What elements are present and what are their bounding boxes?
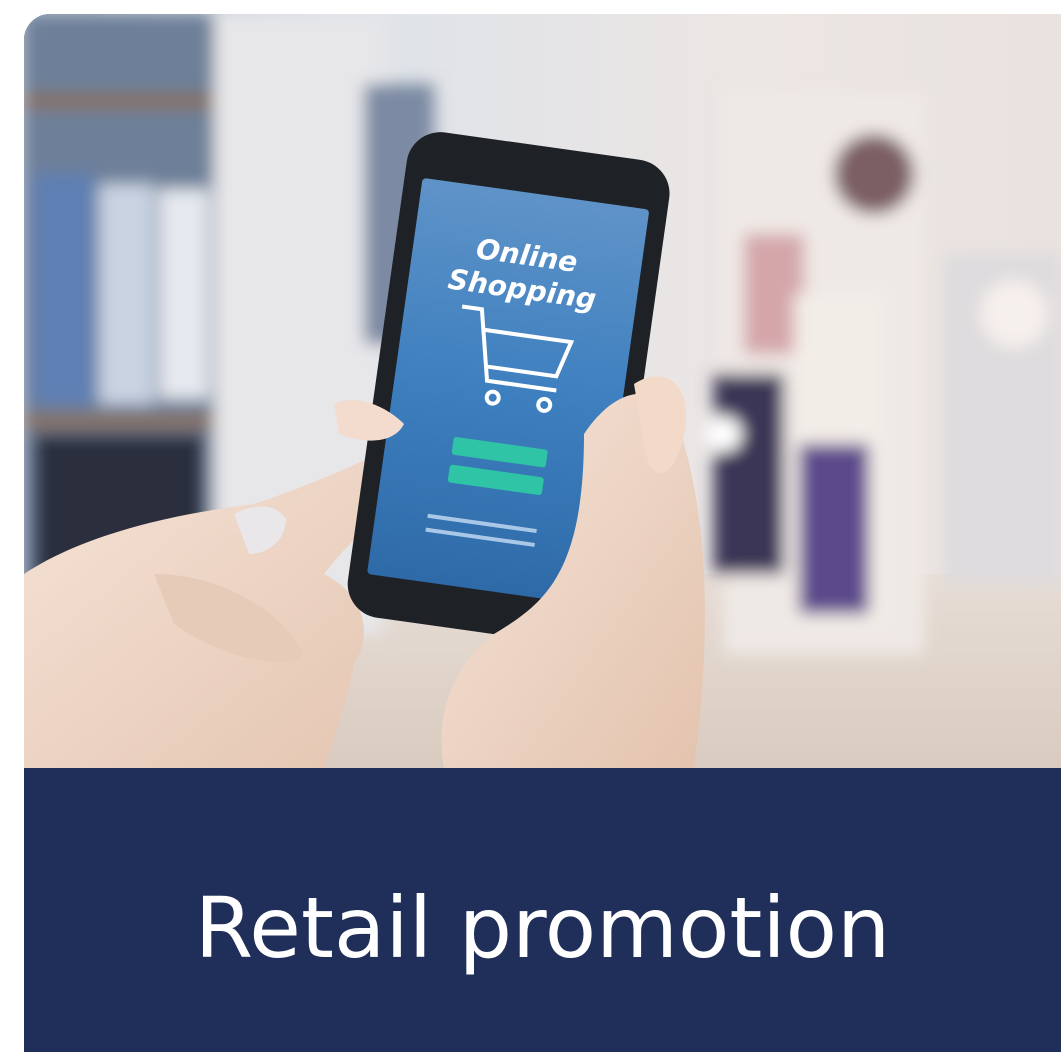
retail-promotion-card[interactable]: Online Shopping Retail promotion (24, 14, 1061, 1052)
title-banner: Retail promotion (24, 768, 1061, 1052)
promotion-photo: Online Shopping (24, 14, 1061, 768)
card-title[interactable]: Retail promotion (24, 886, 1061, 970)
